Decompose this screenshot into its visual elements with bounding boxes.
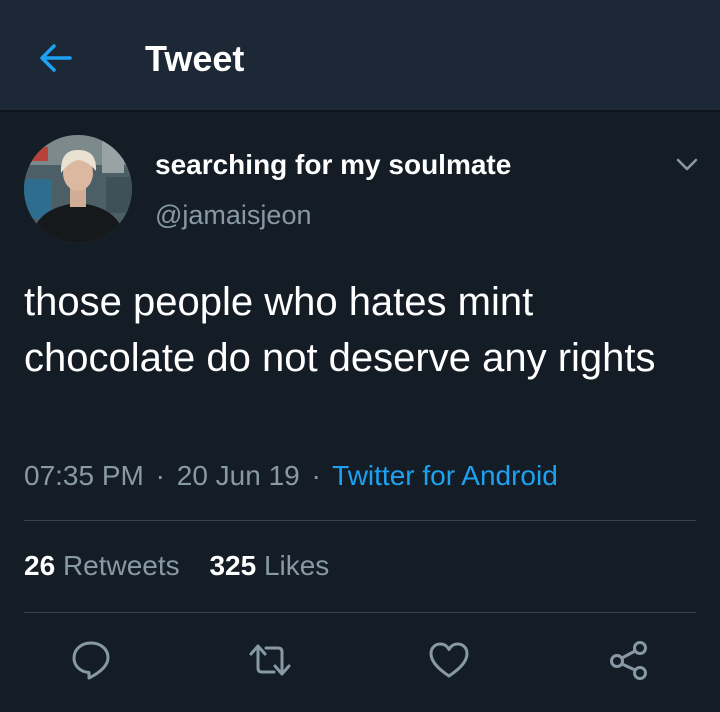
display-name[interactable]: searching for my soulmate: [155, 148, 511, 182]
heart-icon: [429, 642, 469, 678]
likes-label: Likes: [263, 550, 330, 581]
avatar[interactable]: [24, 135, 132, 243]
divider: [24, 520, 696, 521]
tweet-detail-screen: Tweet searching for my soulmate @jamaisj…: [0, 0, 720, 712]
tweet-metadata: 07:35 PM · 20 Jun 19 · Twitter for Andro…: [24, 458, 558, 494]
tweet-source-link[interactable]: Twitter for Android: [332, 460, 558, 491]
arrow-left-icon: [40, 44, 72, 72]
like-button[interactable]: [427, 638, 471, 682]
separator: ·: [155, 460, 165, 491]
retweets-stat[interactable]: 26 Retweets: [24, 550, 180, 581]
likes-count: 325: [209, 550, 257, 581]
more-options-button[interactable]: [672, 150, 702, 180]
retweet-icon: [249, 644, 291, 676]
retweets-label: Retweets: [62, 550, 180, 581]
top-app-bar: Tweet: [0, 0, 720, 112]
likes-stat[interactable]: 325 Likes: [209, 550, 329, 581]
back-button[interactable]: [36, 38, 76, 78]
user-handle[interactable]: @jamaisjeon: [155, 198, 311, 232]
retweets-count: 26: [24, 550, 56, 581]
tweet-text: those people who hates mint chocolate do…: [24, 280, 656, 380]
share-button[interactable]: [607, 638, 651, 682]
tweet-stats: 26 Retweets 325 Likes: [24, 548, 329, 584]
page-title: Tweet: [145, 38, 245, 79]
share-icon: [610, 641, 647, 680]
divider: [24, 612, 696, 613]
reply-button[interactable]: [69, 638, 113, 682]
tweet-time: 07:35 PM: [24, 460, 144, 491]
separator: ·: [311, 460, 321, 491]
reply-icon: [72, 641, 110, 680]
chevron-down-icon: [676, 158, 698, 171]
tweet-date: 20 Jun 19: [176, 460, 300, 491]
retweet-button[interactable]: [248, 638, 292, 682]
